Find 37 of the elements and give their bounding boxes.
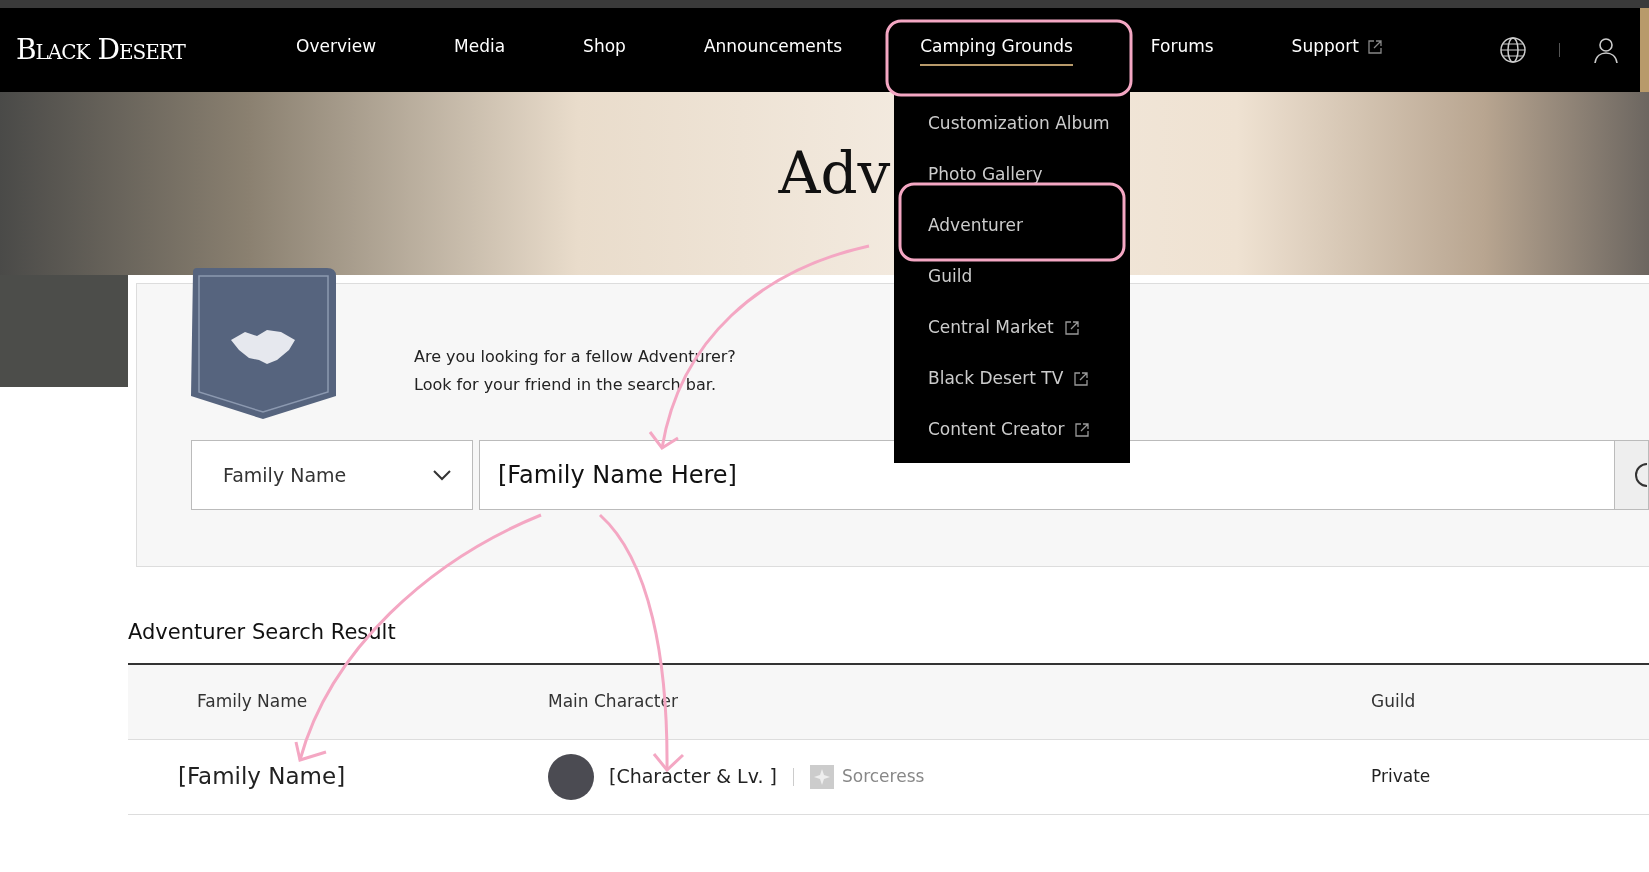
guild-name: Private (1371, 765, 1431, 786)
menu-item[interactable]: Photo Gallery (928, 149, 1130, 200)
user-icon[interactable] (1592, 36, 1620, 64)
nav-link[interactable]: Camping Grounds (920, 34, 1073, 66)
chevron-down-icon (432, 469, 452, 481)
globe-icon[interactable] (1499, 36, 1527, 64)
nav-link[interactable]: Announcements (703, 34, 843, 66)
nav-link[interactable]: Support (1291, 34, 1383, 66)
nav-link[interactable]: Media (454, 34, 506, 66)
family-name: [Family Name] (178, 763, 346, 790)
external-link-icon (1073, 370, 1090, 387)
external-link-icon (1063, 319, 1080, 336)
column-header: Guild (1371, 690, 1416, 711)
search-field[interactable]: [Family Name Here] (479, 440, 1615, 510)
class-name: Sorceress (841, 764, 925, 788)
intro-text: Are you looking for a fellow Adventurer? Look for your friend in the search bar. (414, 346, 736, 396)
nav-link[interactable]: Forums (1150, 34, 1214, 66)
search-button[interactable] (1615, 440, 1649, 510)
menu-item[interactable]: Adventurer (928, 200, 1130, 251)
menu-item[interactable]: Black Desert TV (928, 353, 1130, 404)
menu-item[interactable]: Guild (928, 251, 1130, 302)
search-type-dropdown[interactable]: Family Name (191, 440, 473, 510)
external-link-icon (1074, 421, 1091, 438)
logo[interactable]: Black Desert (16, 29, 218, 71)
class-icon (809, 764, 834, 789)
avatar-placeholder (548, 753, 594, 800)
character-name[interactable]: [Character & Lv. ] (609, 762, 777, 791)
nav-link[interactable]: Shop (583, 34, 626, 66)
page-title: Adv (778, 144, 891, 202)
nav-link[interactable]: Overview (296, 34, 377, 66)
search-icon (1635, 463, 1647, 487)
column-header: Main Character (548, 689, 678, 713)
external-link-icon (1366, 39, 1383, 55)
menu-item[interactable]: Customization Album (928, 98, 1130, 149)
column-header: Family Name (197, 690, 308, 711)
menu-item[interactable]: Central Market (928, 302, 1130, 353)
results-title: Adventurer Search Result (128, 619, 397, 646)
